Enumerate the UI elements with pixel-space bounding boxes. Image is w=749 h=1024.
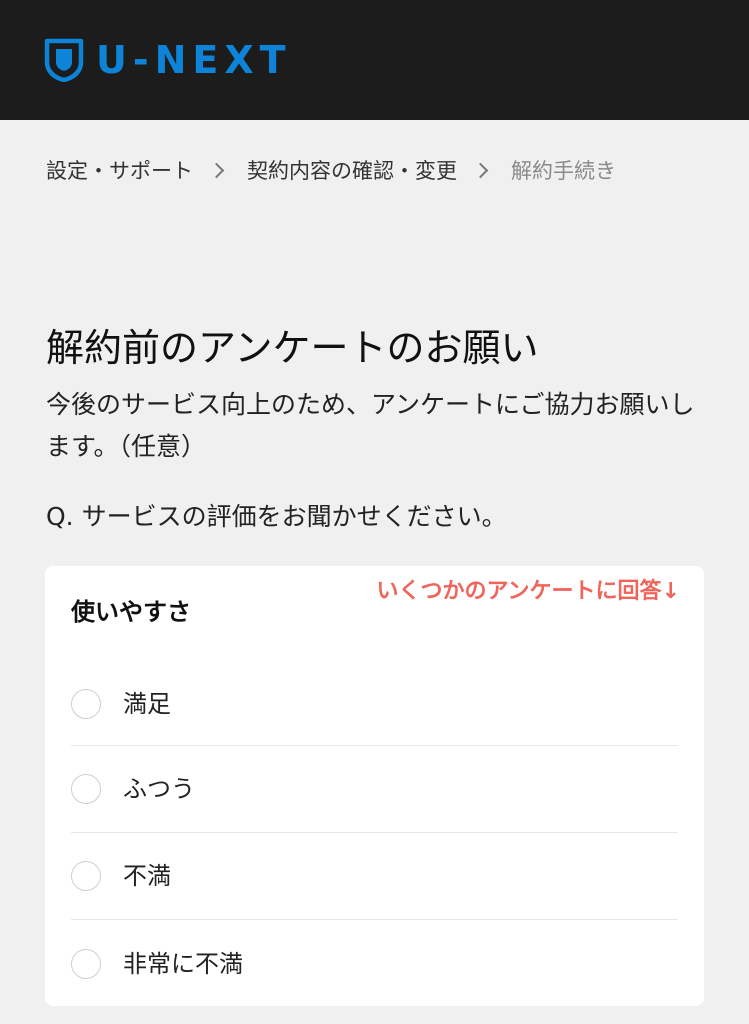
radio-option-normal[interactable]: ふつう xyxy=(71,746,678,833)
breadcrumb-item-cancellation: 解約手続き xyxy=(511,159,616,183)
u-next-logo[interactable]: U-NEXT xyxy=(44,38,292,82)
radio-option-label: 満足 xyxy=(123,689,171,718)
radio-button[interactable] xyxy=(71,688,101,719)
radio-option-dissatisfied[interactable]: 不満 xyxy=(71,833,678,920)
breadcrumb-item-settings-support[interactable]: 設定・サポート xyxy=(46,154,193,188)
survey-question: Q. サービスの評価をお聞かせください。 xyxy=(46,502,507,531)
chevron-right-icon xyxy=(475,154,489,188)
radio-option-label: 非常に不満 xyxy=(123,949,243,978)
radio-option-label: ふつう xyxy=(123,775,195,803)
page-description: 今後のサービス向上のため、アンケートにご協力お願いします。（任意） xyxy=(46,390,695,461)
radio-option-satisfied[interactable]: 満足 xyxy=(71,662,678,746)
shield-logo-icon xyxy=(44,38,84,82)
radio-option-very-dissatisfied[interactable]: 非常に不満 xyxy=(71,920,678,1007)
breadcrumb-item-contract-details[interactable]: 契約内容の確認・変更 xyxy=(247,154,457,188)
radio-button[interactable] xyxy=(71,774,101,804)
logo-text: U-NEXT xyxy=(96,38,292,82)
breadcrumb: 設定・サポート 契約内容の確認・変更 解約手続き xyxy=(46,154,616,188)
app-header: U-NEXT xyxy=(0,0,749,120)
radio-button[interactable] xyxy=(71,948,101,979)
chevron-right-icon xyxy=(211,154,225,188)
annotation-note: いくつかのアンケートに回答↓ xyxy=(376,579,680,604)
radio-button[interactable] xyxy=(71,861,101,891)
radio-group-usability: 満足 ふつう 不満 非常に不満 xyxy=(71,662,678,1007)
survey-card-title: 使いやすさ xyxy=(71,598,191,626)
page-title: 解約前のアンケートのお願い xyxy=(46,326,539,370)
radio-option-label: 不満 xyxy=(123,862,171,890)
survey-card-usability: いくつかのアンケートに回答↓ 使いやすさ 満足 ふつう 不満 非常に不満 xyxy=(45,566,704,1006)
